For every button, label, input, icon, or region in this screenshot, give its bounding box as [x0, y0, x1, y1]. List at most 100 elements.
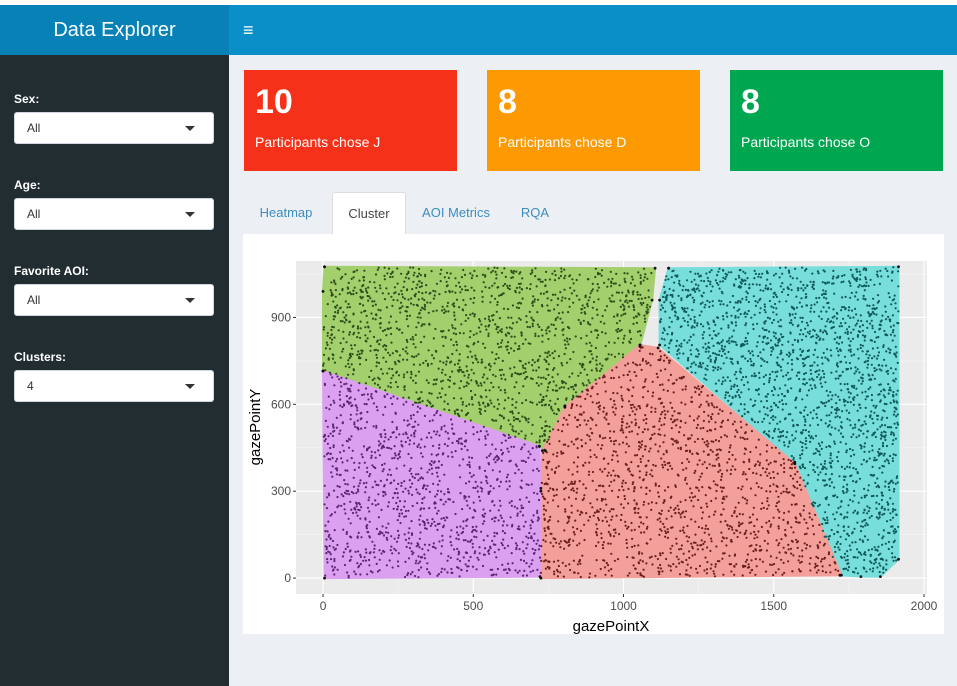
cluster-2-point [859, 406, 862, 409]
cluster-3-point [586, 388, 589, 391]
cluster-3-point [740, 488, 743, 491]
cluster-1-point [531, 318, 534, 321]
cluster-1-point [431, 404, 435, 407]
cluster-3-point [626, 574, 629, 577]
cluster-1-point [611, 294, 614, 297]
cluster-2-point [873, 377, 876, 380]
cluster-1-point [410, 370, 413, 373]
cluster-1-point [451, 324, 454, 327]
cluster-3-point [614, 474, 617, 477]
cluster-3-point [622, 488, 625, 492]
cluster-3-point [805, 532, 808, 535]
cluster-3-point [711, 404, 714, 407]
cluster-3-point [558, 440, 561, 443]
cluster-3-point [565, 418, 568, 421]
cluster-2-point [712, 344, 715, 347]
cluster-2-point [810, 435, 813, 438]
cluster-1-point [387, 292, 390, 295]
cluster-2-point [801, 320, 804, 323]
cluster-2-point [833, 440, 836, 443]
sex-select[interactable]: All [14, 112, 214, 144]
cluster-1-point [548, 381, 552, 384]
tab-aoi-metrics[interactable]: AOI Metrics [415, 192, 497, 234]
clusters-select[interactable]: 4 [14, 370, 214, 402]
age-select[interactable]: All [14, 198, 214, 230]
cluster-2-point [880, 507, 883, 510]
cluster-1-point [531, 304, 534, 307]
cluster-2-point [830, 406, 834, 409]
cluster-1-point [470, 397, 473, 401]
cluster-1-point [617, 337, 620, 340]
cluster-2-point [859, 346, 862, 350]
cluster-3-point [603, 416, 606, 419]
cluster-1-point [458, 353, 461, 356]
cluster-1-point [473, 269, 476, 272]
cluster-1-point [529, 272, 532, 275]
cluster-3-point [616, 460, 619, 463]
cluster-3-point [684, 510, 688, 513]
tab-cluster[interactable]: Cluster [332, 192, 406, 235]
app-title[interactable]: Data Explorer [0, 5, 229, 55]
cluster-3-point [674, 485, 677, 488]
cluster-3-point [815, 564, 818, 568]
cluster-3-point [733, 511, 736, 514]
cluster-2-point [866, 326, 869, 329]
cluster-2-point [743, 408, 746, 411]
cluster-2-point [866, 505, 869, 508]
cluster-2-point [705, 347, 708, 350]
cluster-3-point [710, 540, 713, 543]
cluster-3-point [694, 520, 697, 523]
cluster-3-point [765, 549, 769, 552]
cluster-3-point [770, 446, 774, 449]
cluster-1-point [528, 326, 531, 329]
cluster-1-point [338, 268, 341, 271]
cluster-2-point [764, 284, 768, 287]
cluster-3-point [769, 461, 772, 464]
tab-rqa[interactable]: RQA [509, 192, 561, 234]
cluster-2-point [863, 450, 866, 453]
cluster-2-point [897, 557, 900, 561]
cluster-1-point [510, 375, 513, 378]
cluster-3-point [632, 556, 635, 559]
cluster-1-point [376, 349, 380, 352]
cluster-2-point [842, 280, 845, 283]
cluster-3-point [806, 527, 809, 530]
cluster-2-point [892, 393, 895, 397]
cluster-1-point [383, 343, 386, 347]
cluster-1-point [406, 358, 409, 361]
cluster-3-point [567, 496, 571, 499]
cluster-3-point [603, 566, 607, 569]
cluster-2-point [802, 283, 805, 287]
cluster-2-point [792, 425, 795, 428]
cluster-2-point [720, 327, 723, 330]
cluster-1-point [551, 293, 555, 296]
cluster-2-point [720, 382, 723, 386]
cluster-1-point [363, 269, 366, 272]
cluster-2-point [673, 310, 677, 313]
cluster-1-point [630, 337, 633, 341]
cluster-1-point [507, 419, 510, 422]
cluster-3-point [664, 413, 667, 416]
cluster-2-point [840, 325, 843, 328]
tab-heatmap[interactable]: Heatmap [249, 192, 323, 234]
cluster-2-point [771, 321, 774, 324]
cluster-2-point [758, 273, 761, 276]
cluster-2-point [778, 276, 781, 279]
cluster-3-point [705, 466, 708, 470]
cluster-2-point [832, 275, 835, 278]
cluster-1-point [623, 334, 626, 337]
cluster-3-point [798, 555, 801, 558]
cluster-3-point [627, 389, 631, 392]
cluster-3-point [628, 430, 631, 434]
cluster-2-point [835, 511, 838, 514]
cluster-1-point [378, 284, 382, 287]
cluster-1-point [499, 427, 502, 430]
favorite-aoi-select[interactable]: All [14, 284, 214, 316]
cluster-3-point [712, 570, 715, 573]
cluster-3-point [659, 520, 662, 523]
hamburger-icon[interactable]: ≡ [243, 18, 254, 42]
cluster-1-point [517, 432, 520, 435]
cluster-3-point [750, 430, 753, 433]
cluster-2-point [816, 478, 819, 481]
cluster-3-point [680, 401, 683, 404]
